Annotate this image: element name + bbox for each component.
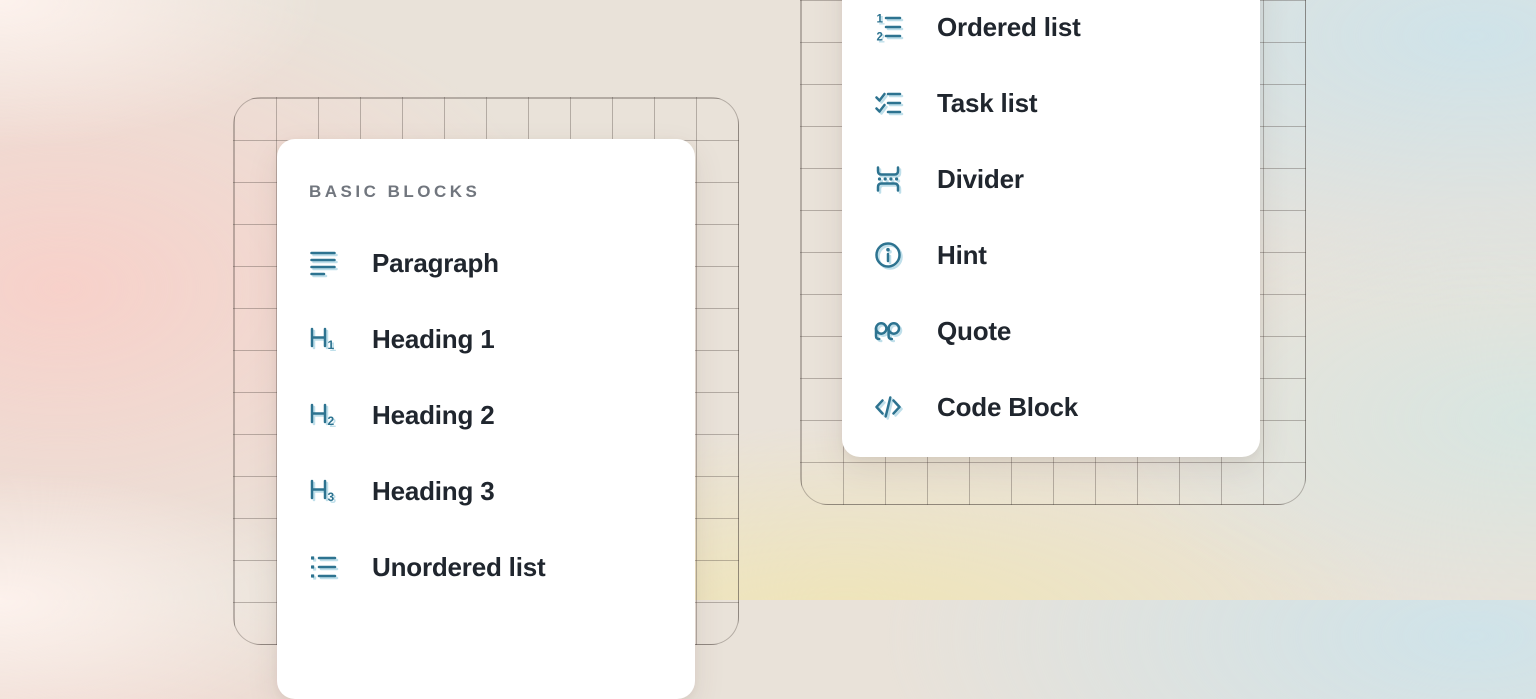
menu-item-heading-1[interactable]: 11 Heading 1 (309, 301, 663, 377)
block-menu-card-basic-blocks: BASIC BLOCKS Paragraph 11 Heading 1 22 Headi… (277, 139, 695, 699)
task-list-icon (874, 89, 902, 117)
menu-item-label: Ordered list (937, 12, 1081, 43)
menu-list: 1212Ordered listTask listDividerHintQuot… (874, 0, 1228, 445)
menu-item-label: Heading 2 (372, 400, 494, 431)
menu-item-code-block[interactable]: Code Block (874, 369, 1228, 445)
menu-item-heading-3[interactable]: 33 Heading 3 (309, 453, 663, 529)
svg-text:3: 3 (328, 490, 335, 504)
menu-item-label: Paragraph (372, 248, 499, 279)
heading-1-icon: 11 (309, 325, 337, 353)
section-label: BASIC BLOCKS (309, 179, 663, 205)
menu-item-label: Quote (937, 316, 1011, 347)
divider-icon (874, 165, 902, 193)
code-block-icon (874, 393, 902, 421)
ordered-list-icon: 1212 (874, 13, 902, 41)
gradient-grid-background: { "colors": { "icon_main": "#2d7390", "i… (0, 0, 1536, 600)
menu-item-task-list[interactable]: Task list (874, 65, 1228, 141)
menu-item-label: Divider (937, 164, 1024, 195)
menu-list: Paragraph 11 Heading 1 22 Heading 2 33 Heading… (309, 225, 663, 605)
menu-item-divider[interactable]: Divider (874, 141, 1228, 217)
menu-item-label: Unordered list (372, 552, 545, 583)
quote-icon (874, 317, 902, 345)
menu-item-ordered-list[interactable]: 1212Ordered list (874, 0, 1228, 65)
svg-text:2: 2 (328, 414, 335, 428)
menu-item-unordered-list[interactable]: Unordered list (309, 529, 663, 605)
svg-text:2: 2 (877, 32, 883, 44)
unordered-list-icon (309, 553, 337, 581)
menu-item-label: Heading 1 (372, 324, 494, 355)
menu-item-hint[interactable]: Hint (874, 217, 1228, 293)
svg-text:1: 1 (877, 14, 884, 26)
menu-item-label: Hint (937, 240, 987, 271)
block-menu-card-more-blocks: 1212Ordered listTask listDividerHintQuot… (842, 0, 1260, 457)
menu-item-label: Task list (937, 88, 1037, 119)
menu-item-quote[interactable]: Quote (874, 293, 1228, 369)
hint-icon (874, 241, 902, 269)
heading-3-icon: 33 (309, 477, 337, 505)
svg-text:1: 1 (328, 338, 335, 352)
paragraph-icon (309, 249, 337, 277)
menu-item-heading-2[interactable]: 22 Heading 2 (309, 377, 663, 453)
menu-item-label: Code Block (937, 392, 1078, 423)
heading-2-icon: 22 (309, 401, 337, 429)
menu-item-paragraph[interactable]: Paragraph (309, 225, 663, 301)
menu-item-label: Heading 3 (372, 476, 494, 507)
